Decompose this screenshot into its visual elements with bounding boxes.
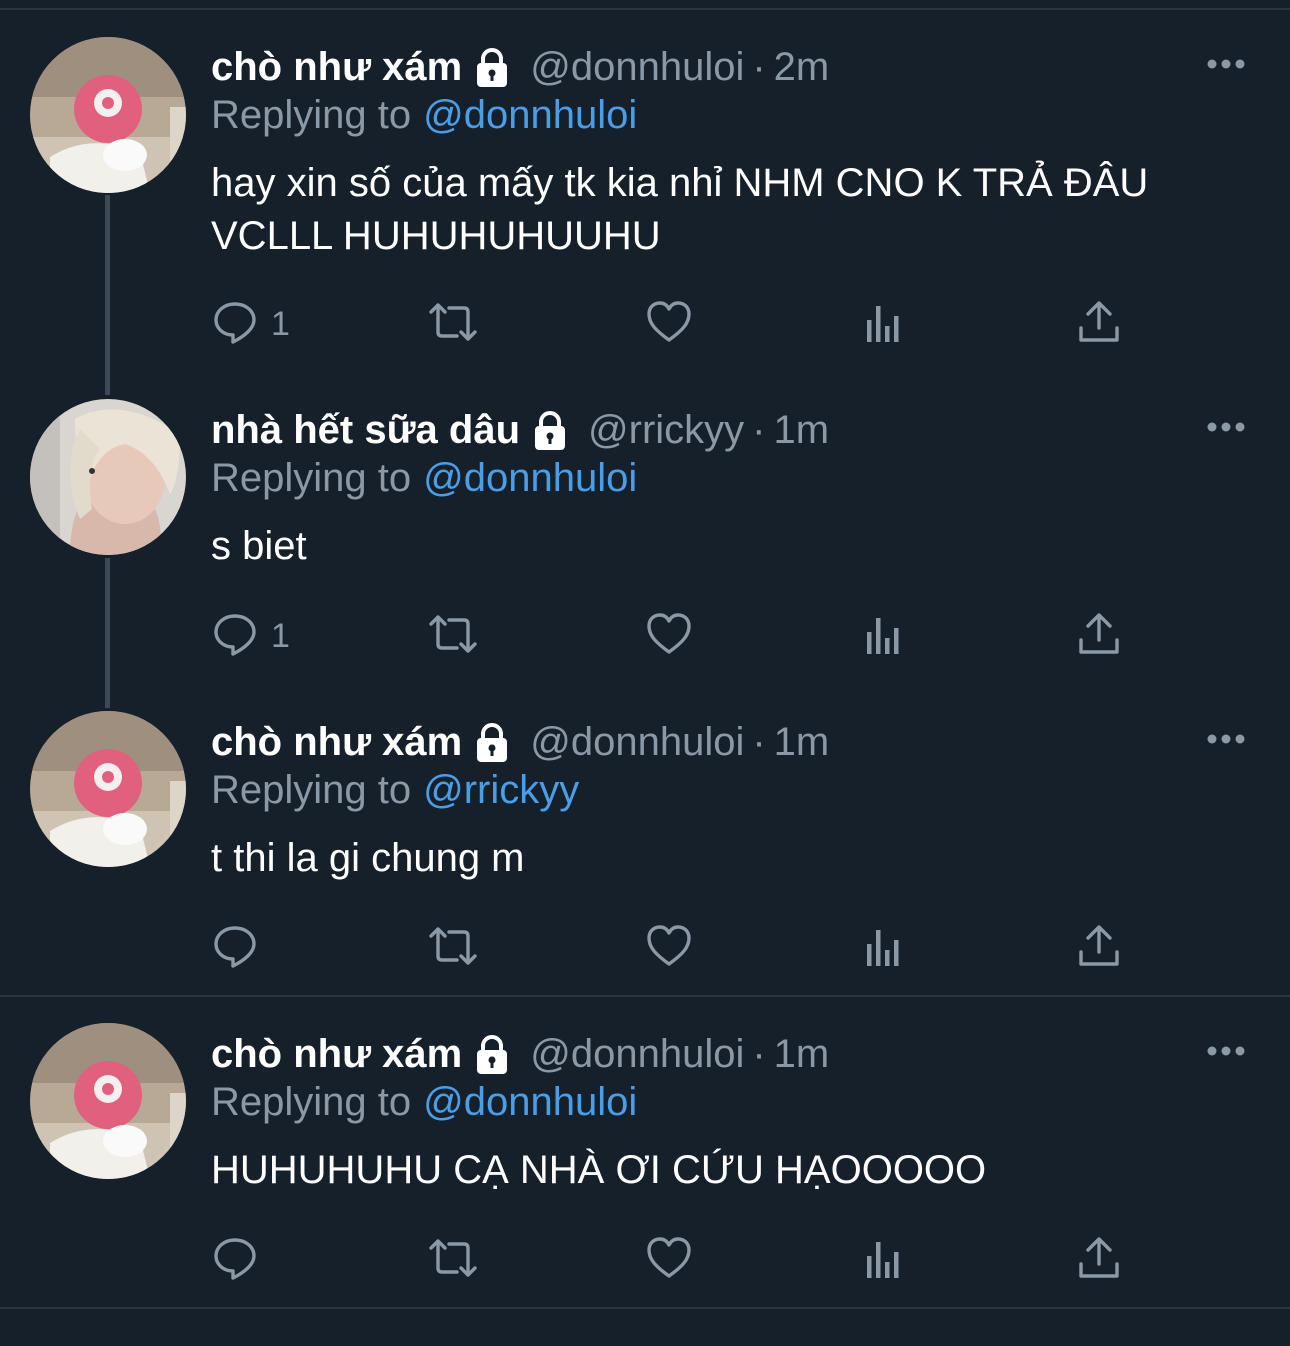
retweet-button[interactable] [425,1232,481,1288]
like-button[interactable] [645,1232,693,1288]
analytics-icon [861,298,909,351]
tweet[interactable]: chò như xám @donnhuloi · 2m Replying to … [0,0,1290,370]
separator: · [752,1031,766,1076]
tweet-header: nhà hết sữa dâu @rrickyy · 1m [211,404,1250,456]
tweet-header: chò như xám @donnhuloi · 2m [211,41,1250,93]
timestamp[interactable]: 1m [774,408,830,453]
timestamp[interactable]: 1m [774,720,830,765]
user-handle[interactable]: @donnhuloi [530,720,744,765]
replying-mention[interactable]: @donnhuloi [423,456,637,501]
like-button[interactable] [645,608,693,664]
retweet-button[interactable] [425,608,481,664]
separator: · [752,407,766,452]
tweet-text: hay xin số của mấy tk kia nhỉ NHM CNO K … [211,161,1149,258]
tweet-divider [0,1307,1290,1309]
tweet[interactable]: nhà hết sữa dâu @rrickyy · 1m Replying t… [0,370,1290,685]
like-button[interactable] [645,296,693,352]
reply-button[interactable] [211,1232,259,1288]
tweet-actions: 1 [211,608,1151,664]
reply-count: 1 [271,616,290,655]
user-handle[interactable]: @donnhuloi [530,1032,744,1077]
tweet[interactable]: chò như xám @donnhuloi · 1m Replying to … [0,685,1290,995]
timestamp[interactable]: 1m [774,1032,830,1077]
reply-count: 1 [271,304,290,343]
tweet-text: t thi la gi chung m [211,836,525,880]
lock-icon [470,720,514,764]
avatar[interactable] [30,1023,186,1179]
share-button[interactable] [1075,1232,1123,1288]
replying-to: Replying to @donnhuloi [211,1076,1250,1128]
user-handle[interactable]: @donnhuloi [530,45,744,90]
analytics-button[interactable] [861,1232,909,1288]
share-button[interactable] [1075,608,1123,664]
reply-button[interactable]: 1 [211,296,290,352]
replying-to: Replying to @donnhuloi [211,452,1250,504]
display-name[interactable]: nhà hết sữa dâu [211,408,520,453]
reply-button[interactable] [211,920,259,976]
tweet[interactable]: chò như xám @donnhuloi · 1m Replying to … [0,997,1290,1307]
display-name[interactable]: chò như xám [211,45,462,90]
replying-to: Replying to @donnhuloi [211,89,1250,141]
analytics-icon [861,922,909,975]
tweet-text: s biet [211,524,307,568]
replying-mention[interactable]: @donnhuloi [423,1080,637,1125]
retweet-icon [425,1234,481,1287]
more-icon[interactable] [1202,729,1250,749]
reply-icon [211,610,259,663]
replying-to: Replying to @rrickyy [211,764,1250,816]
analytics-button[interactable] [861,920,909,976]
reply-icon [211,298,259,351]
avatar[interactable] [30,711,186,867]
more-icon[interactable] [1202,417,1250,437]
like-icon [645,298,693,351]
like-icon [645,922,693,975]
replying-label: Replying to [211,1079,412,1124]
analytics-icon [861,1234,909,1287]
retweet-icon [425,922,481,975]
analytics-button[interactable] [861,296,909,352]
replying-label: Replying to [211,455,412,500]
share-icon [1075,1234,1123,1287]
share-icon [1075,610,1123,663]
share-button[interactable] [1075,920,1123,976]
share-icon [1075,922,1123,975]
tweet-header: chò như xám @donnhuloi · 1m [211,716,1250,768]
replying-mention[interactable]: @rrickyy [423,768,579,813]
separator: · [752,44,766,89]
user-handle[interactable]: @rrickyy [588,408,744,453]
reply-icon [211,1234,259,1287]
retweet-icon [425,298,481,351]
retweet-icon [425,610,481,663]
replying-label: Replying to [211,767,412,812]
tweet-actions [211,1232,1151,1288]
tweet-header: chò như xám @donnhuloi · 1m [211,1028,1250,1080]
lock-icon [470,1032,514,1076]
retweet-button[interactable] [425,920,481,976]
share-icon [1075,298,1123,351]
like-icon [645,1234,693,1287]
analytics-button[interactable] [861,608,909,664]
like-button[interactable] [645,920,693,976]
reply-icon [211,922,259,975]
like-icon [645,610,693,663]
retweet-button[interactable] [425,296,481,352]
reply-button[interactable]: 1 [211,608,290,664]
more-icon[interactable] [1202,54,1250,74]
timestamp[interactable]: 2m [774,45,830,90]
tweet-actions: 1 [211,296,1151,352]
tweet-text: HUHUHUHU CẠ NHÀ ƠI CỨU HẠOOOOO [211,1148,987,1192]
share-button[interactable] [1075,296,1123,352]
separator: · [752,719,766,764]
tweet-actions [211,920,1151,976]
display-name[interactable]: chò như xám [211,720,462,765]
replying-mention[interactable]: @donnhuloi [423,93,637,138]
analytics-icon [861,610,909,663]
replying-label: Replying to [211,92,412,137]
lock-icon [528,408,572,452]
lock-icon [470,45,514,89]
avatar[interactable] [30,399,186,555]
more-icon[interactable] [1202,1041,1250,1061]
avatar[interactable] [30,37,186,193]
display-name[interactable]: chò như xám [211,1032,462,1077]
